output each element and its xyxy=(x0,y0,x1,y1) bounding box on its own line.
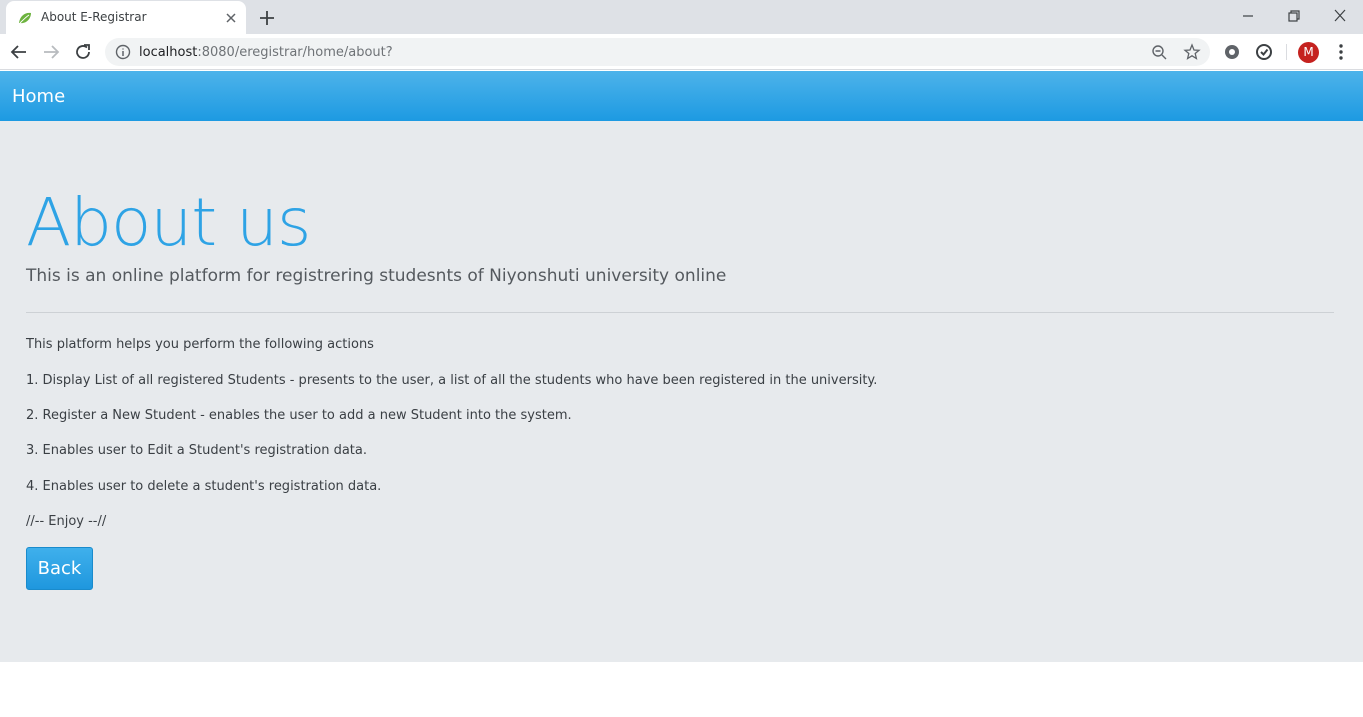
plus-icon[interactable] xyxy=(256,7,278,29)
back-button[interactable]: Back xyxy=(26,547,93,590)
about-jumbotron: About us This is an online platform for … xyxy=(0,121,1363,662)
action-item: 1. Display List of all registered Studen… xyxy=(26,373,878,388)
page-title: About us xyxy=(26,184,311,261)
url-text[interactable]: localhost:8080/eregistrar/home/about? xyxy=(139,45,393,60)
url-path: :8080/eregistrar/home/about? xyxy=(197,45,393,60)
profile-avatar[interactable]: M xyxy=(1298,42,1319,63)
action-item: 3. Enables user to Edit a Student's regi… xyxy=(26,443,368,458)
back-arrow-icon[interactable] xyxy=(8,41,30,63)
restore-icon[interactable] xyxy=(1282,5,1306,27)
divider xyxy=(26,312,1334,313)
tab-title: About E-Registrar xyxy=(41,10,147,24)
action-item: 4. Enables user to delete a student's re… xyxy=(26,479,382,494)
kebab-menu-icon[interactable] xyxy=(1333,42,1349,62)
minimize-icon[interactable] xyxy=(1236,5,1260,27)
info-icon[interactable] xyxy=(115,44,131,60)
window-close-icon[interactable] xyxy=(1328,5,1352,27)
browser-tabstrip: About E-Registrar xyxy=(0,0,1363,34)
reload-icon[interactable] xyxy=(72,41,94,63)
intro-text: This platform helps you perform the foll… xyxy=(26,337,374,352)
action-item: 2. Register a New Student - enables the … xyxy=(26,408,572,423)
browser-tab[interactable]: About E-Registrar xyxy=(6,1,246,34)
toolbar-separator xyxy=(1286,44,1287,60)
browser-toolbar: localhost:8080/eregistrar/home/about? M xyxy=(0,34,1363,70)
zoom-out-icon[interactable] xyxy=(1151,44,1167,60)
navbar-home-link[interactable]: Home xyxy=(12,86,65,107)
navbar: Home xyxy=(0,71,1363,121)
star-icon[interactable] xyxy=(1183,43,1201,61)
sync-icon[interactable] xyxy=(1254,42,1274,62)
lead-text: This is an online platform for registrer… xyxy=(26,266,727,286)
url-host: localhost xyxy=(139,45,198,60)
spring-leaf-icon xyxy=(19,12,31,24)
close-icon[interactable] xyxy=(223,10,239,26)
forward-arrow-icon[interactable] xyxy=(40,41,62,63)
closing-text: //-- Enjoy --// xyxy=(26,514,107,529)
extension-icon[interactable] xyxy=(1222,42,1242,62)
address-bar[interactable]: localhost:8080/eregistrar/home/about? xyxy=(105,38,1210,66)
